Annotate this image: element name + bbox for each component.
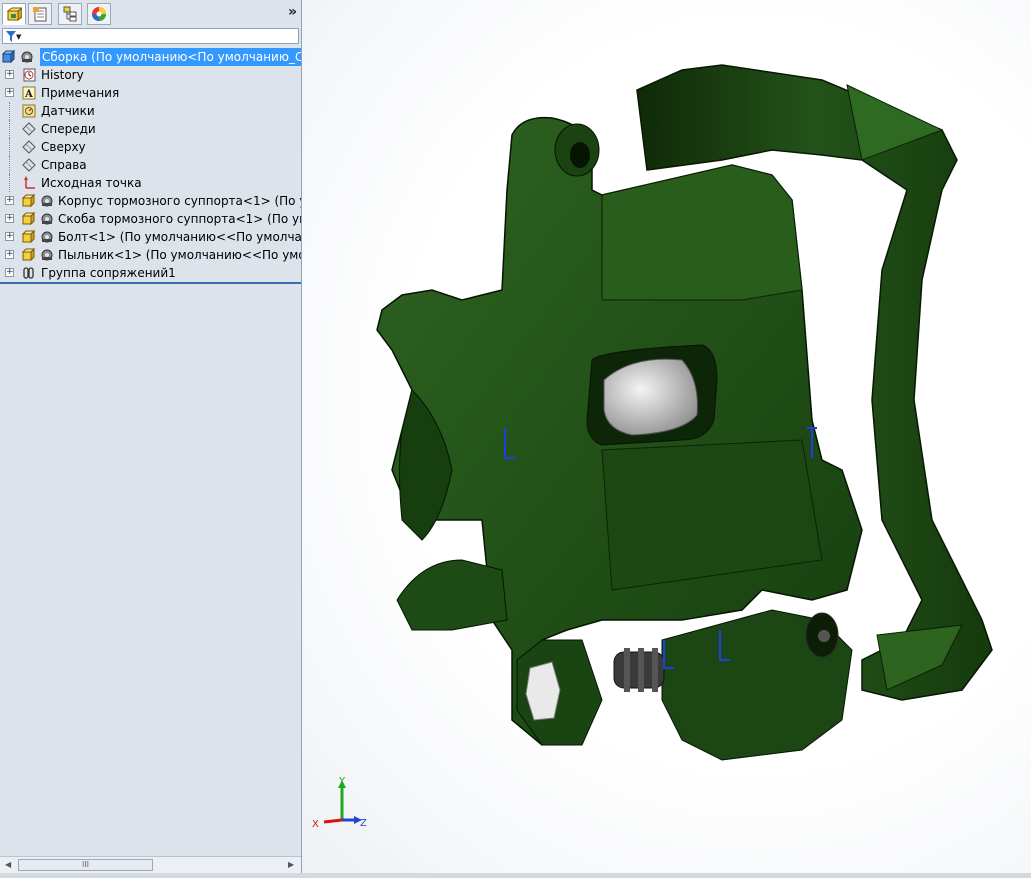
tree-connector-line: [9, 174, 11, 192]
tree-item-label: Спереди: [41, 122, 96, 136]
part-icon: [21, 211, 36, 226]
tree-item[interactable]: Справа: [0, 156, 301, 174]
brake-caliper-model: Y X Z: [312, 64, 993, 830]
annotations-icon: A: [22, 86, 36, 100]
config-gear-icon: [40, 212, 54, 226]
tree-item-label: Корпус тормозного суппорта<1> (По умолч: [58, 194, 301, 208]
tree-connector-line: [9, 102, 11, 120]
coordinate-triad: Y X Z: [312, 776, 367, 830]
history-icon: [22, 68, 36, 82]
filter-dropdown-arrow: ▼: [16, 33, 22, 41]
part-icon: [21, 247, 36, 262]
expand-toggle-icon[interactable]: +: [5, 232, 14, 241]
mates-icon: [22, 266, 36, 280]
expand-panel-button[interactable]: »: [288, 4, 297, 20]
triad-x-label: X: [312, 819, 319, 830]
expand-toggle-icon[interactable]: +: [5, 268, 14, 277]
plane-icon: [22, 140, 36, 154]
feature-tree: Сборка (По умолчанию<По умолчанию_Сост + H…: [0, 48, 301, 282]
feature-manager-icon: [6, 7, 22, 21]
bolt-head: [525, 661, 561, 721]
tree-item-label: Справа: [41, 158, 87, 172]
expand-toggle-icon[interactable]: +: [5, 214, 14, 223]
tree-connector-line: [9, 120, 11, 138]
tree-connector-line: [9, 156, 11, 174]
config-gear-icon: [40, 230, 54, 244]
tree-item[interactable]: Датчики: [0, 102, 301, 120]
tree-item[interactable]: Спереди: [0, 120, 301, 138]
tree-item-label: Болт<1> (По умолчанию<<По умолчанию: [58, 230, 301, 244]
assembly-icon: [1, 49, 16, 64]
tree-item[interactable]: Сверху: [0, 138, 301, 156]
tree-connector-line: [9, 138, 11, 156]
expand-toggle-icon[interactable]: +: [5, 70, 14, 79]
tree-item[interactable]: Сборка (По умолчанию<По умолчанию_Сост: [0, 48, 301, 66]
scroll-left-arrow-icon[interactable]: ◀: [5, 860, 11, 869]
tree-item[interactable]: + Группа сопряжений1: [0, 264, 301, 282]
plane-icon: [22, 158, 36, 172]
horizontal-scrollbar[interactable]: ◀ III ▶: [0, 856, 301, 874]
tree-item[interactable]: + Скоба тормозного суппорта<1> (По умолч: [0, 210, 301, 228]
configuration-manager-icon: [63, 6, 77, 22]
tree-item[interactable]: + Пыльник<1> (По умолчанию<<По умолча: [0, 246, 301, 264]
config-gear-icon: [40, 194, 54, 208]
tree-item-label: Сборка (По умолчанию<По умолчанию_Сост: [40, 48, 301, 66]
tree-item-label: Исходная точка: [41, 176, 142, 190]
tree-divider: [0, 282, 301, 284]
tree-item-label: Пыльник<1> (По умолчанию<<По умолча: [58, 248, 301, 262]
svg-text:A: A: [24, 89, 33, 100]
expand-toggle-icon[interactable]: +: [5, 88, 14, 97]
tree-item-label: Группа сопряжений1: [41, 266, 176, 280]
graphics-viewport[interactable]: Y X Z: [302, 0, 1031, 878]
display-manager-icon: [92, 7, 106, 21]
scroll-right-arrow-icon[interactable]: ▶: [288, 860, 294, 869]
config-gear-icon: [40, 248, 54, 262]
tree-item[interactable]: Исходная точка: [0, 174, 301, 192]
part-icon: [21, 229, 36, 244]
tab-display-manager[interactable]: [87, 3, 111, 25]
triad-z-label: Z: [360, 818, 367, 829]
tab-feature-manager[interactable]: [2, 3, 26, 25]
status-bar: [0, 873, 1031, 878]
filter-icon[interactable]: ▼: [6, 29, 21, 42]
scroll-thumb[interactable]: III: [18, 859, 153, 871]
tree-item[interactable]: + Болт<1> (По умолчанию<<По умолчанию: [0, 228, 301, 246]
tree-item[interactable]: + History: [0, 66, 301, 84]
dust-boot: [613, 648, 665, 692]
tree-item-label: Датчики: [41, 104, 95, 118]
expand-toggle-icon[interactable]: +: [5, 196, 14, 205]
triad-y-label: Y: [338, 776, 346, 787]
scroll-thumb-grip: III: [81, 860, 90, 869]
part-icon: [21, 193, 36, 208]
feature-manager-panel: » ▼ Сборка (По умолчанию<По умолчанию_Со…: [0, 0, 302, 878]
plane-icon: [22, 122, 36, 136]
tree-item[interactable]: + Корпус тормозного суппорта<1> (По умолч: [0, 192, 301, 210]
expand-toggle-icon[interactable]: +: [5, 250, 14, 259]
tree-item-label: Сверху: [41, 140, 86, 154]
tree-item[interactable]: + A Примечания: [0, 84, 301, 102]
property-manager-icon: [33, 7, 47, 22]
panel-tabs: »: [0, 0, 301, 26]
config-gear-icon: [20, 50, 34, 64]
sensors-icon: [22, 104, 36, 118]
tree-filter-bar[interactable]: ▼: [2, 28, 299, 44]
tree-item-label: Примечания: [41, 86, 120, 100]
tree-item-label: Скоба тормозного суппорта<1> (По умолч: [58, 212, 301, 226]
origin-icon: [22, 176, 36, 190]
tab-property-manager[interactable]: [28, 3, 52, 25]
tab-configuration-manager[interactable]: [58, 3, 82, 25]
tree-item-label: History: [41, 68, 84, 82]
